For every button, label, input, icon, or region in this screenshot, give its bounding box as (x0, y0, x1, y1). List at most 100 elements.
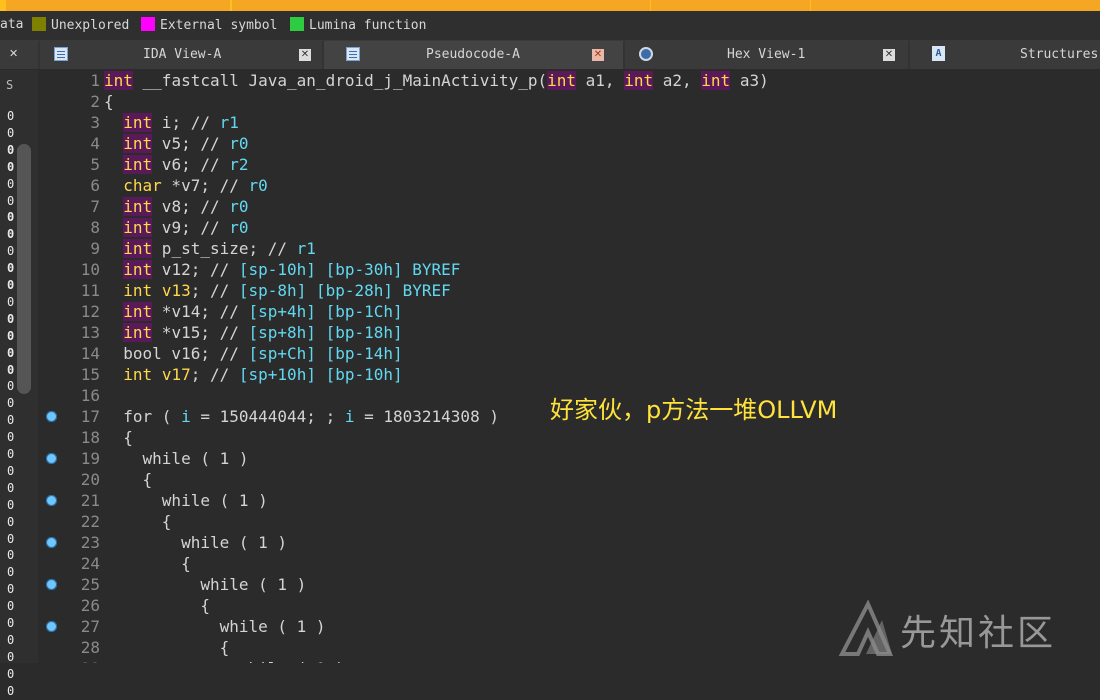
code-text[interactable]: while ( 1 ) (104, 448, 249, 469)
close-icon[interactable]: ✕ (9, 47, 18, 60)
breakpoint-dot-icon[interactable] (46, 495, 57, 506)
tab-structures[interactable]: A Structures (910, 41, 1100, 69)
code-token: = 1803214308 ) (354, 407, 499, 426)
code-text[interactable]: int v5; // r0 (104, 133, 249, 154)
code-text[interactable]: int v9; // r0 (104, 217, 249, 238)
close-icon[interactable]: ✕ (299, 49, 311, 61)
side-panel-value: 0 (7, 261, 15, 276)
tab-hex-view-1[interactable]: Hex View-1 ✕ (625, 41, 908, 69)
code-line[interactable]: 8 int v9; // r0 (38, 217, 1100, 238)
code-token: p_st_size; // (152, 239, 297, 258)
breakpoint-dot-icon[interactable] (46, 411, 57, 422)
lumina-function-swatch-icon (290, 17, 304, 31)
side-panel-value: 0 (7, 632, 15, 647)
code-line[interactable]: 29 while ( 1 ) (38, 658, 1100, 663)
code-line[interactable]: 18 { (38, 427, 1100, 448)
code-line[interactable]: 2{ (38, 91, 1100, 112)
code-line[interactable]: 9 int p_st_size; // r1 (38, 238, 1100, 259)
line-number: 3 (90, 113, 100, 132)
code-text[interactable]: { (104, 595, 210, 616)
side-panel-scrollbar[interactable] (17, 144, 31, 394)
code-line[interactable]: 15 int v17; // [sp+10h] [bp-10h] (38, 364, 1100, 385)
code-line[interactable]: 25 while ( 1 ) (38, 574, 1100, 595)
line-number: 16 (80, 386, 100, 405)
code-text[interactable]: int *v14; // [sp+4h] [bp-1Ch] (104, 301, 403, 322)
code-token: int (123, 218, 153, 237)
code-line[interactable]: 10 int v12; // [sp-10h] [bp-30h] BYREF (38, 259, 1100, 280)
code-line[interactable]: 20 { (38, 469, 1100, 490)
code-line[interactable]: 7 int v8; // r0 (38, 196, 1100, 217)
code-line[interactable]: 24 { (38, 553, 1100, 574)
code-token: r0 (229, 218, 249, 237)
close-icon[interactable]: ✕ (592, 49, 604, 61)
code-text[interactable]: char *v7; // r0 (104, 175, 268, 196)
code-line[interactable]: 14 bool v16; // [sp+Ch] [bp-14h] (38, 343, 1100, 364)
code-line[interactable]: 13 int *v15; // [sp+8h] [bp-18h] (38, 322, 1100, 343)
code-text[interactable]: while ( 1 ) (104, 532, 287, 553)
code-line[interactable]: 21 while ( 1 ) (38, 490, 1100, 511)
code-text[interactable]: { (104, 91, 114, 112)
code-line[interactable]: 12 int *v14; // [sp+4h] [bp-1Ch] (38, 301, 1100, 322)
code-token: int (547, 71, 577, 90)
code-line[interactable]: 19 while ( 1 ) (38, 448, 1100, 469)
code-text[interactable]: { (104, 511, 172, 532)
code-text[interactable]: while ( 1 ) (104, 616, 326, 637)
code-text[interactable]: int p_st_size; // r1 (104, 238, 316, 259)
code-line[interactable]: 3 int i; // r1 (38, 112, 1100, 133)
code-text[interactable]: { (104, 637, 230, 658)
code-token: int (624, 71, 654, 90)
code-text[interactable]: int __fastcall Java_an_droid_j_MainActiv… (104, 70, 769, 91)
left-side-panel: S 0 0 0 0 0 0 0 0 0 0 0 0 0 0 0 0 0 0 0 0 0 0 0 0 0 0 0 0 0 0 0 0 0 0 0 (0, 70, 38, 698)
code-text[interactable]: while ( 1 ) (104, 490, 268, 511)
code-text[interactable]: int v12; // [sp-10h] [bp-30h] BYREF (104, 259, 460, 280)
tab-ida-view-a[interactable]: IDA View-A ✕ (40, 41, 322, 69)
code-line[interactable]: 23 while ( 1 ) (38, 532, 1100, 553)
code-text[interactable]: { (104, 469, 153, 490)
code-text[interactable]: int v17; // [sp+10h] [bp-10h] (104, 364, 402, 385)
code-text[interactable]: while ( 1 ) (104, 658, 345, 663)
code-token: i; // (152, 113, 220, 132)
code-text[interactable]: { (104, 553, 191, 574)
code-text[interactable]: int *v15; // [sp+8h] [bp-18h] (104, 322, 403, 343)
legend-bar: ata Unexplored External symbol Lumina fu… (0, 11, 1100, 41)
navigation-band[interactable] (0, 0, 1100, 11)
code-text[interactable]: for ( i = 150444044; ; i = 1803214308 ) (104, 406, 499, 427)
code-text[interactable]: int v8; // r0 (104, 196, 249, 217)
code-text[interactable]: int v13; // [sp-8h] [bp-28h] BYREF (104, 280, 451, 301)
code-line[interactable]: 6 char *v7; // r0 (38, 175, 1100, 196)
code-token: int (123, 239, 153, 258)
code-token: *v14; // (152, 302, 249, 321)
line-number: 8 (90, 218, 100, 237)
code-line[interactable]: 1 int __fastcall Java_an_droid_j_MainActi… (38, 70, 1100, 91)
close-icon[interactable]: ✕ (883, 49, 895, 61)
code-text[interactable]: int v6; // r2 (104, 154, 249, 175)
side-panel-value: 0 (7, 345, 15, 360)
breakpoint-dot-icon[interactable] (46, 579, 57, 590)
code-line[interactable]: 22 { (38, 511, 1100, 532)
side-panel-value: 0 (7, 109, 15, 123)
line-number: 20 (80, 470, 100, 489)
code-line[interactable]: 5 int v6; // r2 (38, 154, 1100, 175)
code-text[interactable]: while ( 1 ) (104, 574, 306, 595)
hex-view-icon (639, 47, 653, 61)
breakpoint-dot-icon[interactable] (46, 537, 57, 548)
breakpoint-dot-icon[interactable] (46, 621, 57, 632)
side-panel-value: 0 (7, 396, 15, 411)
code-text[interactable]: int i; // r1 (104, 112, 239, 133)
code-text[interactable]: { (104, 427, 133, 448)
left-panel-tab[interactable]: ✕ (0, 41, 38, 69)
code-token: int (123, 281, 153, 300)
breakpoint-dot-icon[interactable] (46, 453, 57, 464)
code-token: i (181, 407, 191, 426)
structures-icon: A (932, 46, 945, 61)
code-token: a2, (653, 71, 702, 90)
pseudocode-view[interactable]: 1 int __fastcall Java_an_droid_j_MainActi… (38, 70, 1100, 663)
code-line[interactable]: 11 int v13; // [sp-8h] [bp-28h] BYREF (38, 280, 1100, 301)
side-panel-value: 0 (7, 244, 15, 259)
tab-pseudocode-a[interactable]: Pseudocode-A ✕ (324, 41, 623, 69)
code-text[interactable]: bool v16; // [sp+Ch] [bp-14h] (104, 343, 402, 364)
code-line[interactable]: 4 int v5; // r0 (38, 133, 1100, 154)
code-token: a1, (576, 71, 625, 90)
